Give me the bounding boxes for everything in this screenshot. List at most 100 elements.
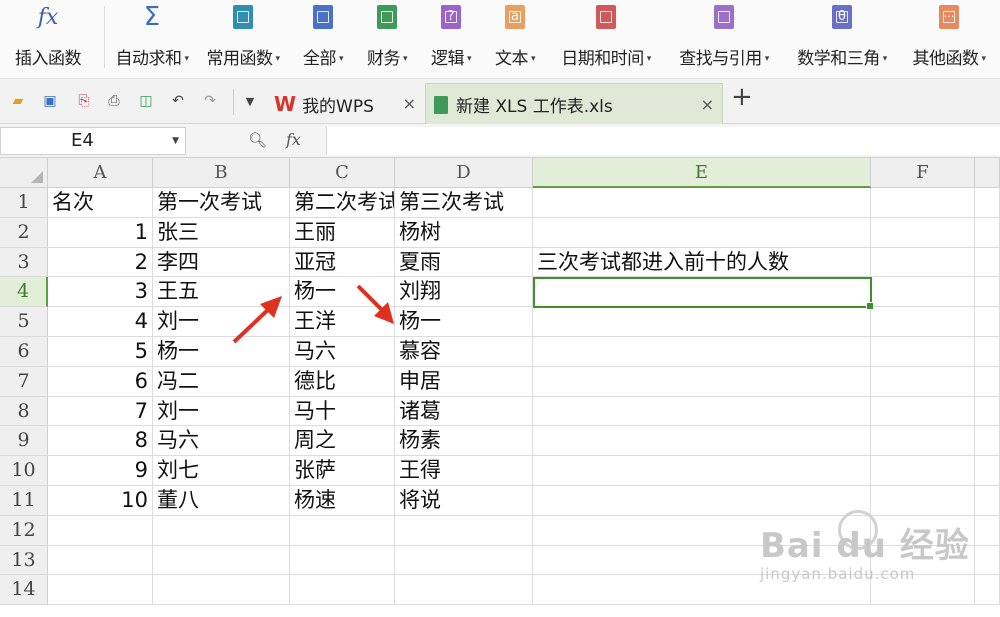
cell-e7[interactable] <box>533 366 871 397</box>
column-header-c[interactable]: C <box>290 158 395 188</box>
cell-e3[interactable]: 三次考试都进入前十的人数 <box>533 247 871 278</box>
cell-d5[interactable]: 杨一 <box>395 307 533 337</box>
cell-stub[interactable] <box>975 515 1000 546</box>
cell-a12[interactable] <box>48 515 153 546</box>
select-all-corner[interactable] <box>0 158 48 188</box>
cell-c13[interactable] <box>290 545 395 576</box>
cell-stub[interactable] <box>975 217 1000 248</box>
print-preview-icon[interactable]: ◫ <box>138 93 154 109</box>
insert-function-button[interactable]: fx 插入函数 <box>0 0 96 78</box>
row-header-6[interactable]: 6 <box>0 337 48 367</box>
cell-stub[interactable] <box>975 545 1000 576</box>
column-header-a[interactable]: A <box>48 158 153 188</box>
logic-functions-button[interactable]: ? 逻辑 ▾ <box>419 0 483 78</box>
cell-f2[interactable] <box>871 217 975 248</box>
row-header-4[interactable]: 4 <box>0 277 48 308</box>
cell-f5[interactable] <box>871 307 975 337</box>
row-header-2[interactable]: 2 <box>0 217 48 248</box>
cell-a6[interactable]: 5 <box>48 337 153 367</box>
cell-d4[interactable]: 刘翔 <box>395 277 533 308</box>
close-tab-icon[interactable]: × <box>403 94 416 113</box>
cell-stub[interactable] <box>975 277 1000 308</box>
close-tab-icon[interactable]: × <box>701 95 714 114</box>
row-header-7[interactable]: 7 <box>0 366 48 397</box>
cell-c6[interactable]: 马六 <box>290 337 395 367</box>
cell-a8[interactable]: 7 <box>48 396 153 427</box>
cell-stub[interactable] <box>975 188 1000 218</box>
date-time-functions-button[interactable]: 日期和时间 ▾ <box>547 0 665 78</box>
cell-d11[interactable]: 将说 <box>395 486 533 516</box>
cell-b11[interactable]: 董八 <box>153 486 290 516</box>
cell-c1[interactable]: 第二次考试 <box>290 188 395 218</box>
export-pdf-icon[interactable]: ⎘ <box>76 93 92 109</box>
cell-a1[interactable]: 名次 <box>48 188 153 218</box>
cell-stub[interactable] <box>975 456 1000 486</box>
cell-e11[interactable] <box>533 486 871 516</box>
cell-stub[interactable] <box>975 396 1000 427</box>
cell-stub[interactable] <box>975 247 1000 278</box>
tab-my-wps[interactable]: W 我的WPS × <box>268 83 424 125</box>
column-header-f[interactable]: F <box>871 158 975 188</box>
cell-stub[interactable] <box>975 307 1000 337</box>
cell-d7[interactable]: 申居 <box>395 366 533 397</box>
customize-toolbar-icon[interactable]: ▼ <box>242 93 258 109</box>
tab-xls-file[interactable]: 新建 XLS 工作表.xls × <box>425 83 723 125</box>
cell-a2[interactable]: 1 <box>48 217 153 248</box>
cell-c10[interactable]: 张萨 <box>290 456 395 486</box>
cell-e6[interactable] <box>533 337 871 367</box>
cell-d14[interactable] <box>395 575 533 606</box>
cell-f9[interactable] <box>871 426 975 457</box>
cell-d2[interactable]: 杨树 <box>395 217 533 248</box>
cell-d12[interactable] <box>395 515 533 546</box>
row-header-3[interactable]: 3 <box>0 247 48 278</box>
cell-a5[interactable]: 4 <box>48 307 153 337</box>
cell-stub[interactable] <box>975 366 1000 397</box>
cell-a7[interactable]: 6 <box>48 366 153 397</box>
cell-b1[interactable]: 第一次考试 <box>153 188 290 218</box>
row-header-9[interactable]: 9 <box>0 426 48 457</box>
cell-d6[interactable]: 慕容 <box>395 337 533 367</box>
row-header-12[interactable]: 12 <box>0 515 48 546</box>
cell-c2[interactable]: 王丽 <box>290 217 395 248</box>
cell-e1[interactable] <box>533 188 871 218</box>
cell-f11[interactable] <box>871 486 975 516</box>
autosum-button[interactable]: Σ 自动求和 ▾ <box>109 0 195 78</box>
save-icon[interactable]: ▣ <box>42 93 58 109</box>
cell-d8[interactable]: 诸葛 <box>395 396 533 427</box>
cell-f6[interactable] <box>871 337 975 367</box>
formula-input[interactable] <box>326 127 1000 155</box>
row-header-11[interactable]: 11 <box>0 486 48 516</box>
cell-e2[interactable] <box>533 217 871 248</box>
fx-icon[interactable]: fx <box>286 130 301 149</box>
cell-f7[interactable] <box>871 366 975 397</box>
cell-stub[interactable] <box>975 486 1000 516</box>
other-functions-button[interactable]: ··· 其他函数 ▾ <box>901 0 997 78</box>
open-folder-icon[interactable]: ▰ <box>10 93 26 109</box>
cell-d9[interactable]: 杨素 <box>395 426 533 457</box>
row-header-5[interactable]: 5 <box>0 307 48 337</box>
cell-c12[interactable] <box>290 515 395 546</box>
cell-a3[interactable]: 2 <box>48 247 153 278</box>
cell-stub[interactable] <box>975 575 1000 606</box>
row-header-13[interactable]: 13 <box>0 545 48 576</box>
cell-c9[interactable]: 周之 <box>290 426 395 457</box>
cell-e9[interactable] <box>533 426 871 457</box>
cell-e8[interactable] <box>533 396 871 427</box>
cell-d1[interactable]: 第三次考试 <box>395 188 533 218</box>
lookup-functions-button[interactable]: 查找与引用 ▾ <box>665 0 783 78</box>
cell-a4[interactable]: 3 <box>48 277 153 308</box>
chevron-down-icon[interactable]: ▼ <box>172 128 179 154</box>
row-header-14[interactable]: 14 <box>0 575 48 606</box>
row-header-1[interactable]: 1 <box>0 188 48 218</box>
cell-a9[interactable]: 8 <box>48 426 153 457</box>
math-functions-button[interactable]: θ 数学和三角 ▾ <box>783 0 901 78</box>
common-functions-button[interactable]: 常用函数 ▾ <box>195 0 291 78</box>
cell-f8[interactable] <box>871 396 975 427</box>
cell-b14[interactable] <box>153 575 290 606</box>
text-functions-button[interactable]: a 文本 ▾ <box>483 0 547 78</box>
cell-c11[interactable]: 杨速 <box>290 486 395 516</box>
cell-d3[interactable]: 夏雨 <box>395 247 533 278</box>
cell-a10[interactable]: 9 <box>48 456 153 486</box>
column-header-d[interactable]: D <box>395 158 533 188</box>
cell-a14[interactable] <box>48 575 153 606</box>
